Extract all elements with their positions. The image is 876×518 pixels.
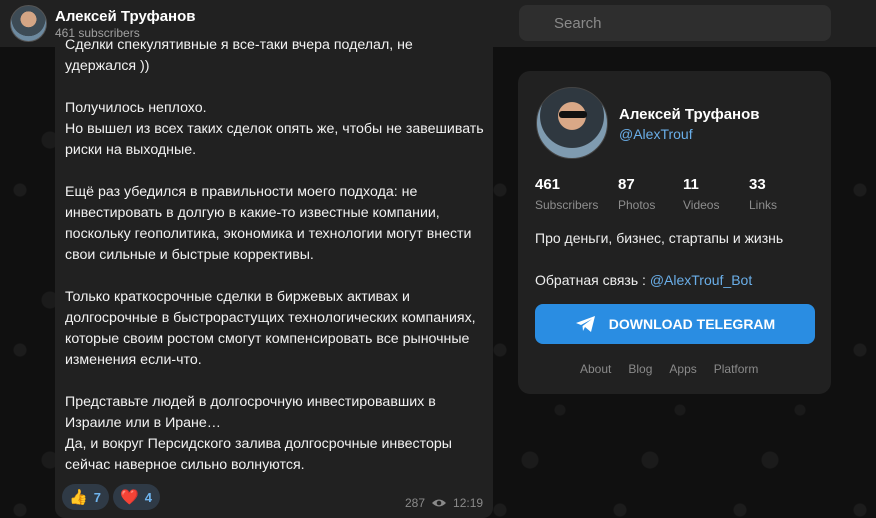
- card-channel-name: Алексей Труфанов: [619, 106, 760, 123]
- view-count: 287: [405, 496, 426, 510]
- footer-link-blog[interactable]: Blog: [628, 362, 652, 376]
- stat-photos[interactable]: 87 Photos: [618, 176, 655, 212]
- reaction-thumbs-up[interactable]: 👍 7: [62, 484, 109, 510]
- channel-avatar-large: [536, 87, 608, 159]
- heart-icon: ❤️: [120, 489, 139, 506]
- stat-label: Videos: [683, 198, 720, 212]
- feedback-line: Обратная связь : @AlexTrouf_Bot: [535, 272, 752, 288]
- eye-icon: [432, 499, 447, 507]
- footer-link-platform[interactable]: Platform: [714, 362, 759, 376]
- search-input[interactable]: [519, 5, 831, 41]
- avatar-photo: [559, 111, 587, 118]
- footer-link-apps[interactable]: Apps: [669, 362, 696, 376]
- stat-videos[interactable]: 11 Videos: [683, 176, 719, 212]
- feedback-bot-link[interactable]: @AlexTrouf_Bot: [650, 272, 752, 288]
- download-button-label: DOWNLOAD TELEGRAM: [608, 316, 776, 332]
- footer-links: About Blog Apps Platform: [580, 362, 775, 376]
- reaction-count: 7: [93, 489, 101, 505]
- reaction-count: 4: [144, 489, 152, 505]
- stat-label: Photos: [618, 198, 656, 212]
- channel-info-card: Алексей Труфанов @AlexTrouf 461 Subscrib…: [518, 71, 831, 394]
- feedback-label: Обратная связь :: [535, 272, 650, 288]
- channel-name[interactable]: Алексей Труфанов: [55, 8, 196, 25]
- post-time: 12:19: [453, 496, 484, 510]
- thumbs-up-icon: 👍: [69, 489, 88, 506]
- stat-value: 11: [683, 176, 699, 193]
- post-text: Сделки спекулятивные я все-таки вчера по…: [65, 37, 484, 473]
- stat-subscribers: 461 Subscribers: [535, 176, 598, 212]
- stat-label: Subscribers: [535, 198, 599, 212]
- stat-value: 87: [618, 176, 635, 193]
- download-telegram-button[interactable]: DOWNLOAD TELEGRAM: [535, 304, 815, 344]
- stat-links[interactable]: 33 Links: [749, 176, 777, 212]
- channel-description: Про деньги, бизнес, стартапы и жизнь: [535, 230, 784, 246]
- telegram-plane-icon: [575, 316, 595, 332]
- channel-post: Сделки спекулятивные я все-таки вчера по…: [55, 37, 493, 518]
- reaction-heart[interactable]: ❤️ 4: [113, 484, 160, 510]
- footer-link-about[interactable]: About: [580, 362, 611, 376]
- stat-value: 33: [749, 176, 766, 193]
- channel-avatar[interactable]: [10, 5, 47, 42]
- stat-label: Links: [749, 198, 778, 212]
- stat-value: 461: [535, 176, 561, 193]
- post-meta: 287 12:19: [405, 496, 483, 510]
- channel-handle-link[interactable]: @AlexTrouf: [619, 126, 693, 142]
